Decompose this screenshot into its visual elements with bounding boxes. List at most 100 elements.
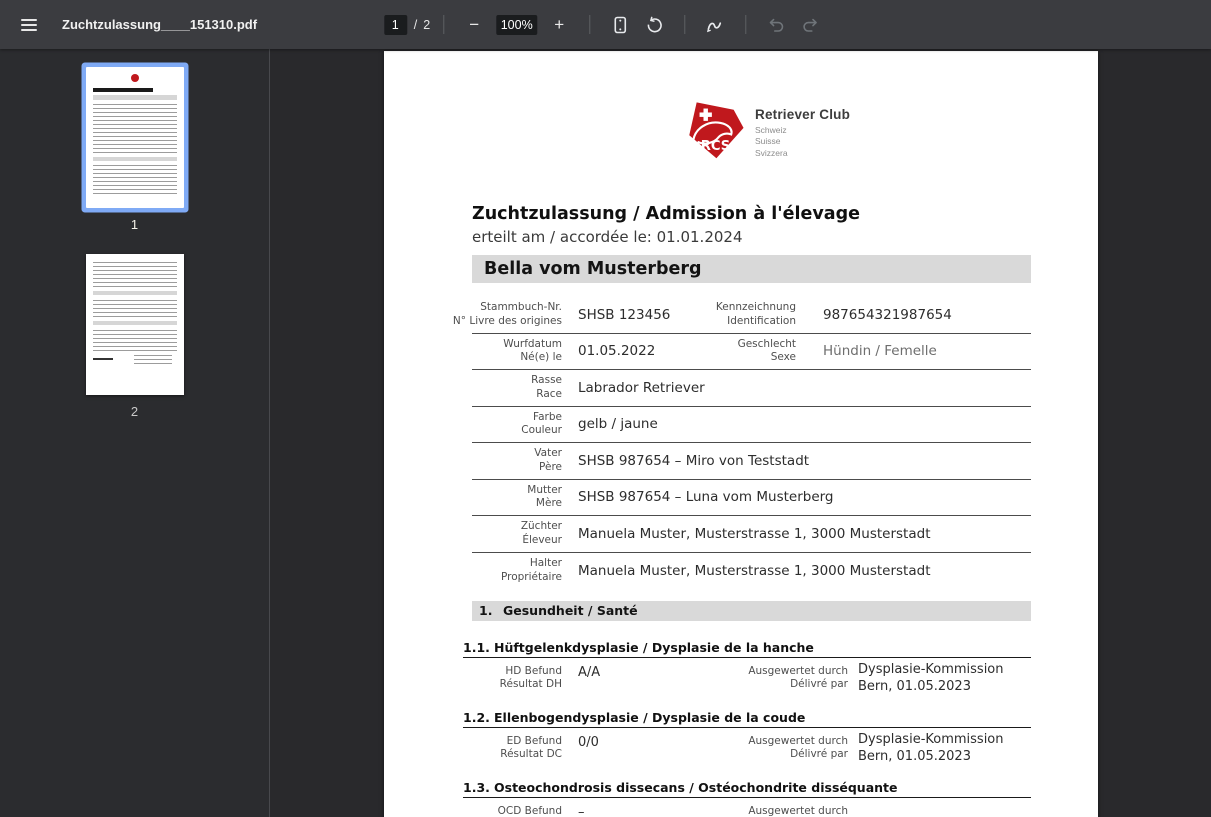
club-logo-text: Retriever Club Schweiz Suisse Svizzera bbox=[755, 96, 850, 163]
thumbnail-text-lines bbox=[92, 330, 177, 351]
evaluator-label: Ausgewertet durchDélivré par bbox=[748, 665, 848, 691]
logo-monogram: RCS bbox=[701, 139, 730, 154]
subsection-number: 1.3. bbox=[463, 779, 490, 795]
page-number-input[interactable] bbox=[383, 14, 407, 35]
table-row-mutter: Mutter Mère SHSB 987654 – Luna vom Muster… bbox=[472, 480, 1031, 516]
row-label: Geschlecht Sexe bbox=[737, 337, 796, 364]
undo-icon bbox=[769, 18, 784, 32]
subsection-title: Hüftgelenkdysplasie / Dysplasie de la ha… bbox=[494, 640, 814, 655]
row-value: 01.05.2022 bbox=[578, 343, 656, 360]
thumbnail-page-2[interactable] bbox=[85, 254, 184, 395]
row-value: SHSB 123456 bbox=[578, 306, 671, 323]
subsection-number: 1.1. bbox=[463, 640, 490, 655]
evaluator-value: Dysplasie-Kommission Bern, 01.05.2023 bbox=[858, 731, 1004, 764]
thumbnail-signature-block bbox=[133, 355, 172, 365]
row-label: Farbe Couleur bbox=[521, 410, 562, 437]
row-value: SHSB 987654 – Miro von Teststadt bbox=[578, 452, 810, 469]
thumbnail-text-lines bbox=[92, 104, 177, 153]
table-row-zuechter: Züchter Éleveur Manuela Muster, Musterstr… bbox=[472, 516, 1031, 553]
row-label: Kennzeichnung Identification bbox=[715, 301, 796, 327]
thumbnail-banner-line bbox=[92, 321, 177, 325]
thumbnail-label-1: 1 bbox=[130, 217, 139, 232]
page-separator: / bbox=[413, 17, 418, 32]
club-logo: RCS Retriever Club Schweiz Suisse Svizze… bbox=[672, 51, 1098, 163]
subsection-heading-ed: 1.2. Ellenbogendysplasie / Dysplasie de … bbox=[463, 709, 1031, 728]
toolbar-separator bbox=[745, 15, 747, 34]
result-label: ED Befund Résultat DC bbox=[500, 734, 562, 761]
row-value: gelb / jaune bbox=[578, 416, 658, 433]
row-label: Rasse Race bbox=[531, 374, 562, 400]
row-value: Manuela Muster, Musterstrasse 1, 3000 Mu… bbox=[578, 525, 931, 542]
row-label: Mutter Mère bbox=[527, 483, 562, 510]
table-row-farbe: Farbe Couleur gelb / jaune bbox=[472, 407, 1031, 443]
zoom-level[interactable]: 100% bbox=[496, 14, 538, 35]
evaluator-value bbox=[848, 802, 1031, 817]
row-label: Stammbuch-Nr. N° Livre des origines bbox=[452, 301, 562, 327]
fit-page-button[interactable] bbox=[606, 11, 634, 39]
thumbnail-page-1[interactable] bbox=[85, 67, 184, 208]
row-value: 987654321987654 bbox=[823, 306, 952, 323]
rcs-logo-icon: RCS bbox=[689, 102, 744, 159]
row-value: Manuela Muster, Musterstrasse 1, 3000 Mu… bbox=[578, 562, 931, 579]
table-row-stammbuch: Stammbuch-Nr. N° Livre des origines SHSB … bbox=[452, 297, 1031, 334]
table-row-halter: Halter Propriétaire Manuela Muster, Muste… bbox=[472, 553, 1031, 590]
row-label: Züchter Éleveur bbox=[520, 520, 562, 546]
table-row-vater: Vater Père SHSB 987654 – Miro von Teststa… bbox=[472, 443, 1031, 480]
zoom-out-button[interactable]: − bbox=[460, 11, 488, 39]
document-title: Zuchtzulassung / Admission à l'élevage bbox=[472, 204, 860, 224]
thumbnail-text-lines bbox=[92, 262, 177, 287]
zoom-in-icon: + bbox=[554, 15, 565, 34]
health-row-ocd: OCD BefundRésultat OCD – Ausgewertet dur… bbox=[472, 802, 1031, 817]
health-row-hd: HD Befund Résultat DH A/A Ausgewertet dur… bbox=[472, 662, 1031, 696]
thumbnail-panel[interactable]: 1 2 bbox=[0, 49, 270, 817]
page-count: 2 bbox=[423, 17, 431, 32]
thumbnail-signature-line bbox=[92, 358, 113, 360]
club-lang-it: Svizzera bbox=[755, 147, 788, 158]
table-row-wurfdatum: Wurfdatum Né(e) le 01.05.2022 Geschlecht S… bbox=[472, 334, 1031, 370]
rotate-button[interactable] bbox=[640, 11, 668, 39]
row-label: Vater Père bbox=[534, 447, 562, 473]
table-row-rasse: Rasse Race Labrador Retriever bbox=[472, 370, 1031, 407]
thumbnail-label-2: 2 bbox=[130, 404, 139, 419]
zoom-out-icon: − bbox=[469, 15, 480, 34]
redo-icon bbox=[803, 18, 817, 32]
annotate-pen-icon bbox=[706, 21, 722, 32]
club-lang-de: Schweiz bbox=[755, 125, 787, 135]
info-table: Stammbuch-Nr. N° Livre des origines SHSB … bbox=[452, 297, 1031, 590]
toolbar-separator bbox=[684, 15, 686, 34]
evaluator-value: Dysplasie-Kommission Bern, 01.05.2023 bbox=[858, 662, 1004, 694]
toolbar-separator bbox=[443, 15, 445, 34]
pdf-viewer-app: Zuchtzulassung____151310.pdf / 2 − 100% … bbox=[0, 0, 1211, 817]
redo-button[interactable] bbox=[796, 11, 824, 39]
subsection-title: Osteochondrosis dissecans / Ostéochondri… bbox=[494, 779, 898, 795]
pdf-page-1: RCS Retriever Club Schweiz Suisse Svizze… bbox=[384, 51, 1098, 817]
thumbnail-banner-line bbox=[92, 95, 177, 100]
section-header-gesundheit: 1. Gesundheit / Santé bbox=[472, 601, 1031, 621]
result-label: OCD BefundRésultat OCD bbox=[497, 804, 562, 817]
thumbnail-banner-line bbox=[92, 291, 177, 295]
annotate-button[interactable] bbox=[701, 11, 729, 39]
undo-button[interactable] bbox=[762, 11, 790, 39]
club-languages: Schweiz Suisse Svizzera bbox=[755, 125, 850, 159]
menu-icon bbox=[21, 18, 37, 31]
thumbnail-title-line bbox=[92, 88, 153, 92]
menu-button[interactable] bbox=[12, 8, 46, 42]
health-row-ed: ED Befund Résultat DC 0/0 Ausgewertet dur… bbox=[472, 732, 1031, 766]
thumbnail-banner-line bbox=[92, 157, 177, 161]
result-value: – bbox=[578, 804, 585, 817]
row-label: Wurfdatum Né(e) le bbox=[503, 337, 562, 364]
result-label: HD Befund Résultat DH bbox=[499, 665, 562, 691]
result-value: A/A bbox=[578, 665, 601, 680]
dog-name-banner: Bella vom Musterberg bbox=[472, 255, 1031, 283]
pdf-viewer-area[interactable]: RCS Retriever Club Schweiz Suisse Svizze… bbox=[271, 49, 1211, 817]
fit-page-icon bbox=[614, 16, 627, 33]
subsection-number: 1.2. bbox=[463, 709, 490, 725]
toolbar: Zuchtzulassung____151310.pdf / 2 − 100% … bbox=[0, 0, 1211, 49]
evaluator-label: Ausgewertet durchDélivré par bbox=[748, 804, 848, 817]
thumbnail-text-lines bbox=[92, 165, 177, 196]
row-value: Hündin / Femelle bbox=[823, 343, 937, 360]
toolbar-left: Zuchtzulassung____151310.pdf bbox=[0, 8, 257, 42]
row-label: Halter Propriétaire bbox=[500, 557, 562, 583]
club-name: Retriever Club bbox=[755, 107, 851, 122]
zoom-in-button[interactable]: + bbox=[545, 11, 573, 39]
